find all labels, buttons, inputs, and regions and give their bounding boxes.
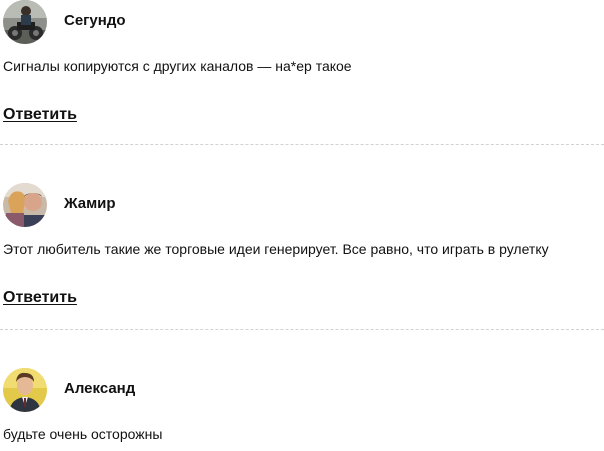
comment-author: Александ (64, 380, 136, 397)
avatar[interactable] (3, 368, 47, 412)
avatar[interactable] (3, 183, 47, 227)
comment-divider (0, 329, 604, 330)
comment-text: Этот любитель такие же торговые идеи ген… (3, 241, 549, 257)
avatar-photo-couple-icon (3, 183, 47, 227)
comment-header: Александ (0, 368, 604, 414)
comment-header: Сегундо (0, 0, 604, 46)
comment-header: Жамир (0, 183, 604, 229)
comment-author: Сегундо (64, 12, 126, 29)
comment-text: Сигналы копируются с других каналов — на… (3, 58, 352, 74)
reply-button[interactable]: Ответить (3, 288, 77, 308)
comment-text: будьте очень осторожны (3, 426, 163, 442)
comment-divider (0, 144, 604, 145)
avatar-photo-man-icon (3, 368, 47, 412)
reply-button[interactable]: Ответить (3, 105, 77, 125)
avatar-photo-motorbike-icon (3, 0, 47, 44)
avatar[interactable] (3, 0, 47, 44)
comment-author: Жамир (64, 195, 116, 212)
